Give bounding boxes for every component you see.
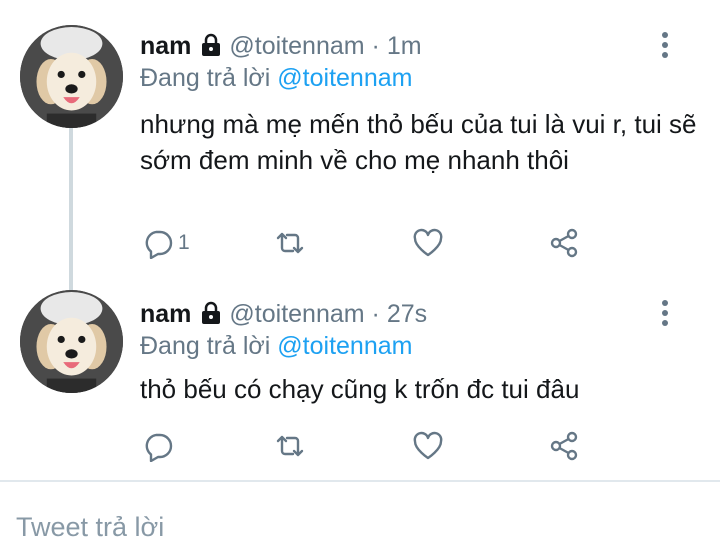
like-button[interactable]	[412, 429, 444, 463]
timestamp[interactable]: 27s	[387, 300, 427, 328]
reply-icon	[145, 230, 173, 259]
separator-dot: ·	[371, 300, 380, 328]
replying-prefix: Đang trả lời	[140, 332, 271, 360]
reply-count: 1	[178, 231, 190, 254]
avatar-dog-image	[20, 25, 123, 128]
reply-button[interactable]	[142, 429, 178, 463]
replying-to: Đang trả lời @toitennam	[140, 63, 412, 93]
tweet[interactable]: nam @toitennam · 27s Đang trả lời @toiten…	[0, 285, 720, 480]
like-icon	[413, 228, 443, 257]
lock-icon	[199, 301, 223, 332]
retweet-button[interactable]	[274, 429, 306, 463]
display-name[interactable]: nam	[140, 300, 191, 328]
user-handle[interactable]: @toitennam	[229, 32, 364, 60]
replying-to: Đang trả lời @toitennam	[140, 331, 412, 361]
replying-handle-link[interactable]: @toitennam	[277, 332, 412, 360]
user-handle[interactable]: @toitennam	[229, 300, 364, 328]
replying-prefix: Đang trả lời	[140, 64, 271, 92]
like-button[interactable]	[412, 226, 444, 260]
tweet-text: thỏ bếu có chạy cũng k trốn đc tui đâu	[140, 374, 580, 404]
tweet-header: nam @toitennam · 27s	[140, 299, 427, 332]
avatar-dog-image	[20, 290, 123, 393]
tweet-text: nhưng mà mẹ mến thỏ bếu của tui là vui r…	[140, 109, 697, 175]
reply-button[interactable]: 1	[142, 226, 190, 260]
tweet[interactable]: nam @toitennam · 1m Đang trả lời @toitenn…	[0, 0, 720, 285]
timestamp[interactable]: 1m	[387, 32, 422, 60]
replying-handle-link[interactable]: @toitennam	[277, 64, 412, 92]
compose-divider	[0, 480, 720, 482]
more-vert-icon[interactable]	[655, 30, 675, 60]
retweet-button[interactable]	[274, 226, 306, 260]
display-name[interactable]: nam	[140, 32, 191, 60]
avatar[interactable]	[20, 290, 123, 393]
more-vert-icon[interactable]	[655, 298, 675, 328]
lock-icon	[199, 33, 223, 64]
share-button[interactable]	[548, 226, 580, 260]
like-icon	[413, 431, 443, 460]
retweet-icon	[276, 232, 304, 254]
reply-icon	[145, 433, 173, 462]
tweet-actions	[140, 429, 600, 463]
tweet-actions: 1	[140, 226, 600, 260]
share-button[interactable]	[548, 429, 580, 463]
tweet-header: nam @toitennam · 1m	[140, 31, 422, 64]
separator-dot: ·	[371, 32, 380, 60]
retweet-icon	[276, 435, 304, 457]
avatar[interactable]	[20, 25, 123, 128]
reply-compose-input[interactable]: Tweet trả lời	[16, 511, 164, 543]
share-icon	[550, 431, 578, 461]
share-icon	[550, 228, 578, 258]
